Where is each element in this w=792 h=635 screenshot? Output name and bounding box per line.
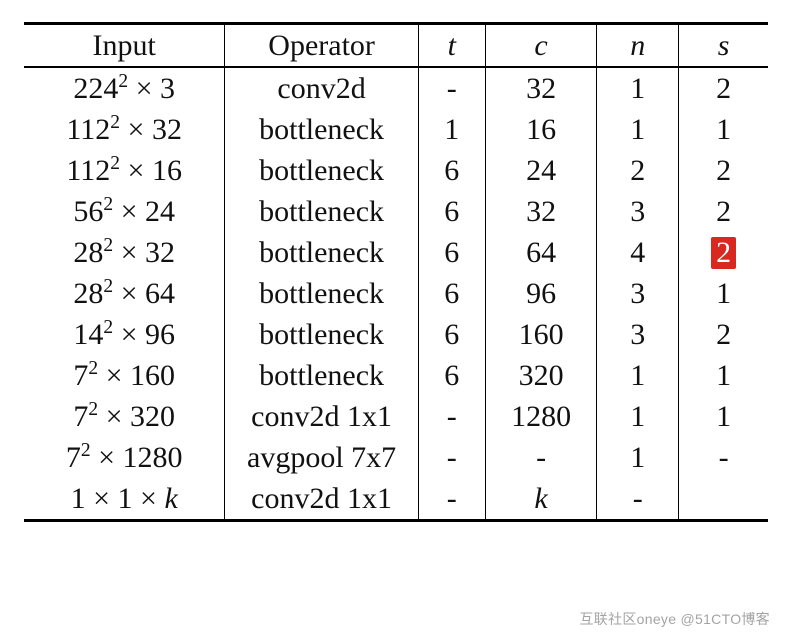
cell-t: 1 xyxy=(418,109,485,150)
architecture-table: Input Operator t c n s 2242 × 3conv2d-32… xyxy=(24,22,768,522)
cell-t: - xyxy=(418,437,485,478)
cell-c: 24 xyxy=(485,150,597,191)
cell-n: 3 xyxy=(597,314,679,355)
cell-s: 2 xyxy=(679,150,768,191)
cell-c: 96 xyxy=(485,273,597,314)
cell-input: 562 × 24 xyxy=(24,191,225,232)
cell-operator: bottleneck xyxy=(225,355,418,396)
cell-c: 1280 xyxy=(485,396,597,437)
cell-s: 2 xyxy=(679,191,768,232)
cell-input: 2242 × 3 xyxy=(24,67,225,109)
cell-n: 3 xyxy=(597,273,679,314)
cell-c: - xyxy=(485,437,597,478)
cell-s: 2 xyxy=(679,314,768,355)
table-row: 282 × 64bottleneck69631 xyxy=(24,273,768,314)
col-n: n xyxy=(597,24,679,68)
cell-t: 6 xyxy=(418,314,485,355)
highlight-badge: 2 xyxy=(711,237,736,269)
watermark-text: 互联社区oneye @51CTO博客 xyxy=(579,609,770,629)
cell-c: 32 xyxy=(485,191,597,232)
cell-n: 1 xyxy=(597,109,679,150)
cell-operator: bottleneck xyxy=(225,273,418,314)
cell-operator: conv2d 1x1 xyxy=(225,396,418,437)
cell-s: 2 xyxy=(679,67,768,109)
cell-input: 1 × 1 × k xyxy=(24,478,225,521)
cell-input: 72 × 1280 xyxy=(24,437,225,478)
cell-n: 1 xyxy=(597,67,679,109)
cell-operator: conv2d 1x1 xyxy=(225,478,418,521)
cell-t: - xyxy=(418,396,485,437)
cell-n: 3 xyxy=(597,191,679,232)
cell-t: 6 xyxy=(418,273,485,314)
cell-input: 282 × 64 xyxy=(24,273,225,314)
table-row: 72 × 160bottleneck632011 xyxy=(24,355,768,396)
cell-s: 1 xyxy=(679,396,768,437)
cell-input: 282 × 32 xyxy=(24,232,225,273)
cell-t: - xyxy=(418,67,485,109)
cell-s: 1 xyxy=(679,355,768,396)
table-row: 562 × 24bottleneck63232 xyxy=(24,191,768,232)
table-row: 2242 × 3conv2d-3212 xyxy=(24,67,768,109)
cell-n: 4 xyxy=(597,232,679,273)
cell-operator: conv2d xyxy=(225,67,418,109)
table-body: 2242 × 3conv2d-32121122 × 32bottleneck11… xyxy=(24,67,768,521)
cell-s xyxy=(679,478,768,521)
cell-n: 1 xyxy=(597,355,679,396)
cell-t: 6 xyxy=(418,191,485,232)
table-row: 1 × 1 × kconv2d 1x1-k- xyxy=(24,478,768,521)
cell-t: 6 xyxy=(418,355,485,396)
cell-input: 142 × 96 xyxy=(24,314,225,355)
cell-operator: bottleneck xyxy=(225,314,418,355)
cell-c: 16 xyxy=(485,109,597,150)
cell-c: k xyxy=(485,478,597,521)
col-input: Input xyxy=(24,24,225,68)
cell-operator: bottleneck xyxy=(225,232,418,273)
table-row: 282 × 32bottleneck66442 xyxy=(24,232,768,273)
table-row: 142 × 96bottleneck616032 xyxy=(24,314,768,355)
cell-operator: bottleneck xyxy=(225,191,418,232)
cell-input: 1122 × 32 xyxy=(24,109,225,150)
cell-t: 6 xyxy=(418,150,485,191)
cell-input: 72 × 320 xyxy=(24,396,225,437)
cell-s: 2 xyxy=(679,232,768,273)
cell-c: 64 xyxy=(485,232,597,273)
table-row: 1122 × 32bottleneck11611 xyxy=(24,109,768,150)
cell-s: 1 xyxy=(679,109,768,150)
cell-n: 2 xyxy=(597,150,679,191)
cell-t: 6 xyxy=(418,232,485,273)
cell-operator: bottleneck xyxy=(225,150,418,191)
cell-n: 1 xyxy=(597,437,679,478)
table-row: 72 × 320conv2d 1x1-128011 xyxy=(24,396,768,437)
cell-t: - xyxy=(418,478,485,521)
cell-s: 1 xyxy=(679,273,768,314)
cell-s: - xyxy=(679,437,768,478)
cell-input: 72 × 160 xyxy=(24,355,225,396)
cell-n: - xyxy=(597,478,679,521)
col-operator: Operator xyxy=(225,24,418,68)
cell-c: 320 xyxy=(485,355,597,396)
table-row: 72 × 1280avgpool 7x7--1- xyxy=(24,437,768,478)
col-t: t xyxy=(418,24,485,68)
col-c: c xyxy=(485,24,597,68)
col-s: s xyxy=(679,24,768,68)
table-header-row: Input Operator t c n s xyxy=(24,24,768,68)
cell-operator: bottleneck xyxy=(225,109,418,150)
cell-input: 1122 × 16 xyxy=(24,150,225,191)
cell-n: 1 xyxy=(597,396,679,437)
table-row: 1122 × 16bottleneck62422 xyxy=(24,150,768,191)
cell-c: 32 xyxy=(485,67,597,109)
cell-c: 160 xyxy=(485,314,597,355)
cell-operator: avgpool 7x7 xyxy=(225,437,418,478)
